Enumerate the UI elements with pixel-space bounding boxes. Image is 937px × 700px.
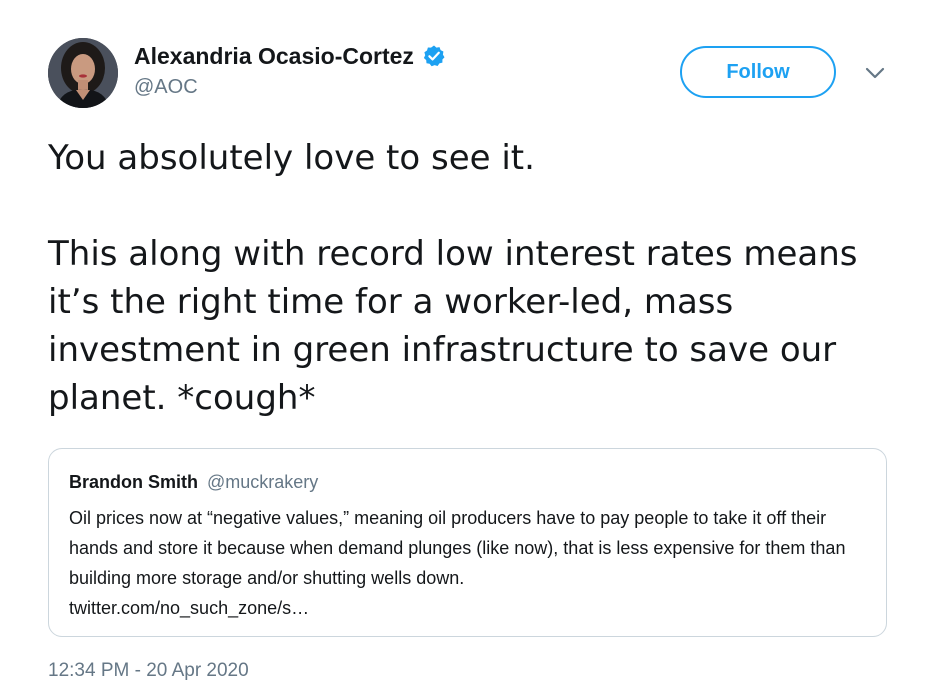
quoted-tweet-text: Oil prices now at “negative values,” mea… — [69, 503, 869, 623]
tweet-paragraph: This along with record low interest rate… — [48, 234, 858, 418]
verified-badge-icon — [423, 45, 445, 67]
quoted-tweet-link[interactable]: twitter.com/no_such_zone/s… — [69, 593, 869, 623]
quoted-tweet[interactable]: Brandon Smith @muckrakery Oil prices now… — [48, 448, 887, 637]
avatar[interactable] — [48, 38, 118, 108]
profile-photo-icon — [48, 38, 118, 108]
tweet-text: You absolutely love to see it. This alon… — [48, 134, 908, 422]
quoted-author-handle: @muckrakery — [207, 472, 319, 492]
tweet-card: Alexandria Ocasio-Cortez @AOC Follow You… — [0, 0, 937, 700]
tweet-timestamp[interactable]: 12:34 PM - 20 Apr 2020 — [48, 660, 249, 682]
author-display-name[interactable]: Alexandria Ocasio-Cortez — [134, 42, 414, 70]
display-name-row: Alexandria Ocasio-Cortez — [134, 42, 446, 70]
tweet-paragraph: You absolutely love to see it. — [48, 138, 535, 178]
quoted-tweet-header: Brandon Smith @muckrakery — [69, 471, 866, 493]
chevron-down-icon[interactable] — [864, 64, 886, 82]
author-info: Alexandria Ocasio-Cortez @AOC — [134, 42, 446, 99]
author-handle[interactable]: @AOC — [134, 75, 446, 99]
quoted-tweet-body: Oil prices now at “negative values,” mea… — [69, 508, 846, 588]
quoted-author-name: Brandon Smith — [69, 472, 198, 492]
follow-button[interactable]: Follow — [680, 46, 836, 98]
